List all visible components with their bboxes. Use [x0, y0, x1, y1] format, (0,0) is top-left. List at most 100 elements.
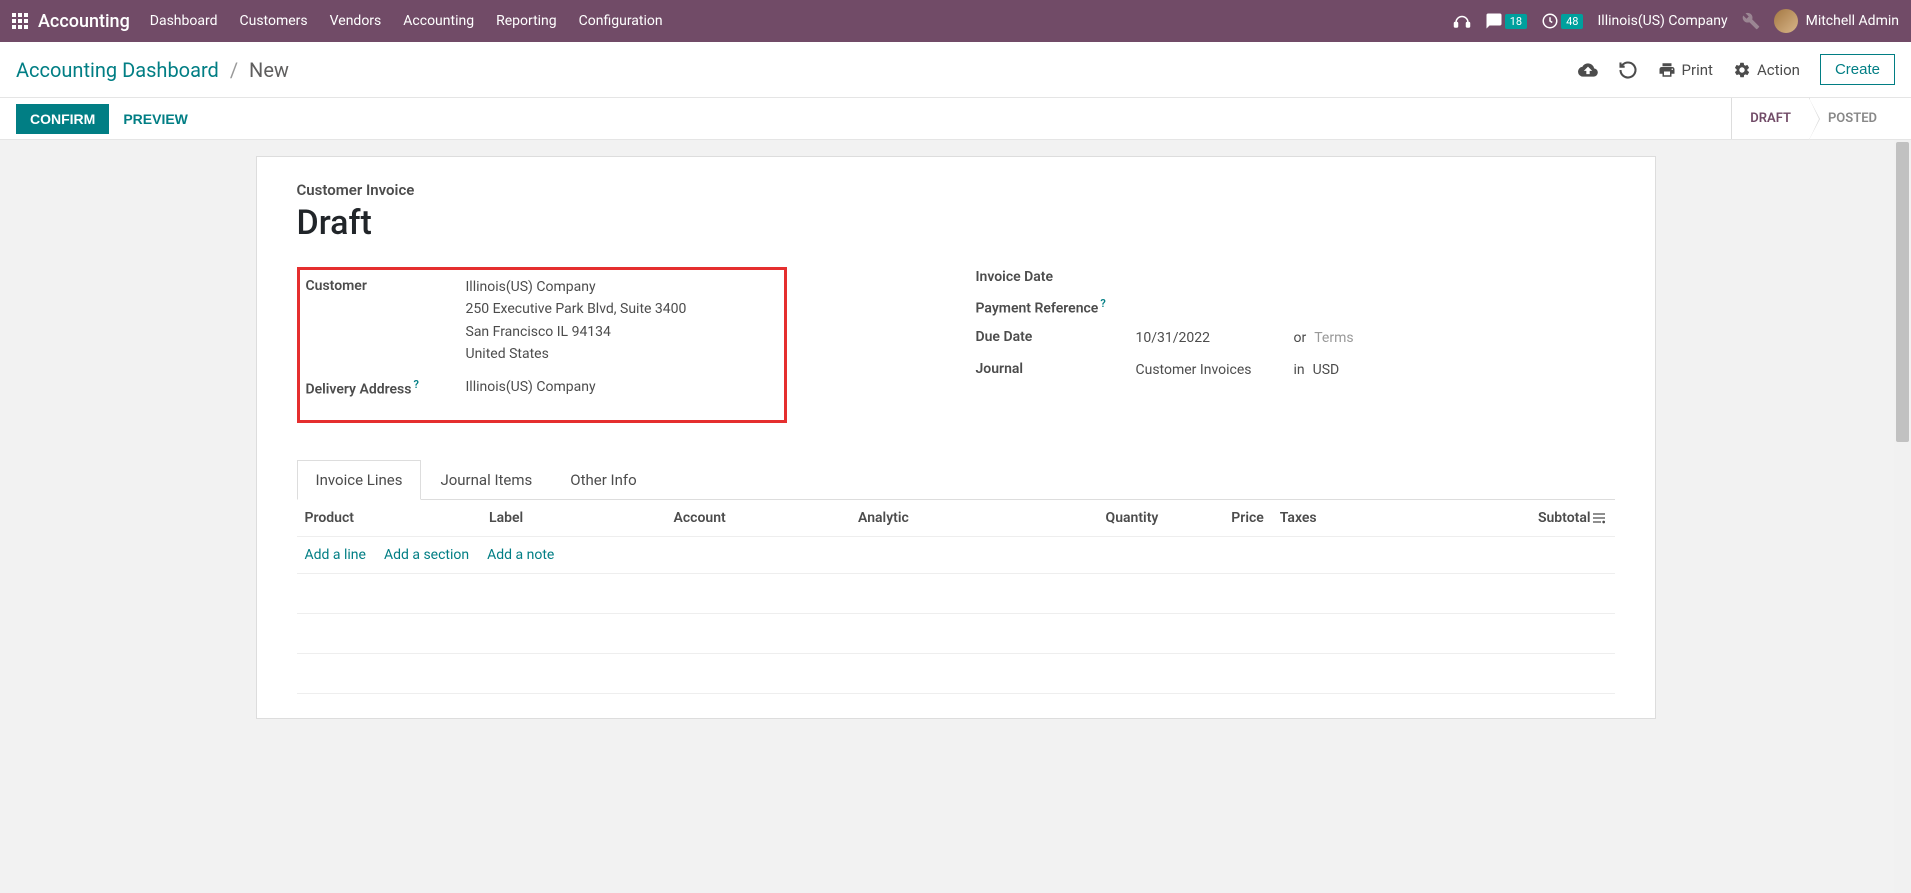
help-icon[interactable]: ? [413, 378, 418, 391]
col-subtotal-text: Subtotal [1538, 510, 1591, 526]
tab-invoice-lines[interactable]: Invoice Lines [297, 460, 422, 500]
status-steps: DRAFT POSTED [1731, 98, 1895, 139]
row-customer: Customer Illinois(US) Company 250 Execut… [306, 276, 778, 366]
topbar-right: 18 48 Illinois(US) Company Mitchell Admi… [1453, 9, 1899, 33]
customer-addr1: 250 Executive Park Blvd, Suite 3400 [466, 298, 778, 320]
delivery-label-text: Delivery Address [306, 381, 412, 397]
form-sheet: Customer Invoice Draft Customer Illinois… [256, 156, 1656, 719]
menu-accounting[interactable]: Accounting [403, 13, 474, 29]
col-price[interactable]: Price [1166, 500, 1271, 537]
menu-customers[interactable]: Customers [240, 13, 308, 29]
col-taxes[interactable]: Taxes [1272, 500, 1404, 537]
col-analytic[interactable]: Analytic [850, 500, 1035, 537]
highlight-box: Customer Illinois(US) Company 250 Execut… [297, 267, 787, 423]
invoice-date-value[interactable] [1136, 267, 1615, 285]
cloud-sync-icon[interactable] [1578, 60, 1598, 80]
status-posted[interactable]: POSTED [1809, 98, 1895, 139]
print-label: Print [1682, 61, 1713, 79]
user-menu[interactable]: Mitchell Admin [1774, 9, 1899, 33]
apps-icon[interactable] [12, 13, 28, 29]
delivery-value[interactable]: Illinois(US) Company [466, 376, 778, 398]
customer-addr2: San Francisco IL 94134 [466, 321, 778, 343]
in-label: in [1294, 359, 1305, 381]
activities-badge: 48 [1561, 14, 1583, 29]
menu-vendors[interactable]: Vendors [330, 13, 382, 29]
tab-other-info[interactable]: Other Info [551, 460, 655, 500]
doc-title: Draft [297, 203, 1615, 243]
menu-dashboard[interactable]: Dashboard [150, 13, 218, 29]
col-label[interactable]: Label [481, 500, 666, 537]
app-name[interactable]: Accounting [38, 11, 130, 32]
row-delivery: Delivery Address? Illinois(US) Company [306, 376, 778, 398]
control-panel: Accounting Dashboard / New Print Action … [0, 42, 1911, 98]
col-subtotal[interactable]: Subtotal [1404, 500, 1615, 537]
empty-row[interactable] [297, 653, 1615, 693]
form-grid: Customer Illinois(US) Company 250 Execut… [297, 267, 1615, 439]
avatar [1774, 9, 1798, 33]
customer-name: Illinois(US) Company [466, 276, 778, 298]
control-right: Print Action Create [1578, 54, 1895, 85]
delivery-label: Delivery Address? [306, 376, 466, 398]
add-links-row: Add a line Add a section Add a note [297, 536, 1615, 573]
statusbar: CONFIRM PREVIEW DRAFT POSTED [0, 98, 1911, 140]
payment-ref-label-text: Payment Reference [976, 301, 1099, 317]
row-journal: Journal Customer Invoices in USD [976, 359, 1615, 381]
breadcrumb-sep: / [230, 58, 238, 82]
main-scroll: Customer Invoice Draft Customer Illinois… [0, 140, 1911, 893]
journal-fields: Customer Invoices in USD [1136, 359, 1615, 381]
breadcrumb-root[interactable]: Accounting Dashboard [16, 58, 219, 82]
currency-value[interactable]: USD [1313, 359, 1340, 381]
or-label: or [1294, 327, 1307, 349]
confirm-button[interactable]: CONFIRM [16, 104, 109, 134]
due-date-fields: 10/31/2022 or Terms [1136, 327, 1615, 349]
breadcrumb-current: New [249, 58, 289, 82]
print-button[interactable]: Print [1658, 61, 1713, 79]
add-line-link[interactable]: Add a line [305, 547, 366, 563]
preview-button[interactable]: PREVIEW [123, 111, 188, 127]
col-product[interactable]: Product [297, 500, 482, 537]
options-icon[interactable] [1591, 510, 1607, 526]
create-button[interactable]: Create [1820, 54, 1895, 85]
scrollbar-track[interactable] [1894, 140, 1911, 893]
support-icon[interactable] [1453, 12, 1471, 30]
customer-label: Customer [306, 276, 466, 366]
help-icon[interactable]: ? [1100, 297, 1105, 310]
form-col-right: Invoice Date Payment Reference? Due Date… [976, 267, 1615, 439]
due-date-value[interactable]: 10/31/2022 [1136, 327, 1286, 349]
topbar: Accounting Dashboard Customers Vendors A… [0, 0, 1911, 42]
menu-configuration[interactable]: Configuration [579, 13, 663, 29]
breadcrumb: Accounting Dashboard / New [16, 58, 289, 82]
status-draft[interactable]: DRAFT [1731, 98, 1809, 139]
tab-journal-items[interactable]: Journal Items [421, 460, 551, 500]
col-account[interactable]: Account [666, 500, 851, 537]
lines-table: Product Label Account Analytic Quantity … [297, 500, 1615, 694]
tabs: Invoice Lines Journal Items Other Info [297, 459, 1615, 500]
table-header-row: Product Label Account Analytic Quantity … [297, 500, 1615, 537]
scrollbar-thumb[interactable] [1896, 142, 1909, 442]
row-payment-ref: Payment Reference? [976, 295, 1615, 317]
debug-icon[interactable] [1742, 12, 1760, 30]
action-button[interactable]: Action [1733, 61, 1800, 79]
payment-ref-value[interactable] [1136, 295, 1615, 317]
activities-icon[interactable]: 48 [1541, 12, 1583, 30]
row-due-date: Due Date 10/31/2022 or Terms [976, 327, 1615, 349]
empty-row[interactable] [297, 613, 1615, 653]
col-quantity[interactable]: Quantity [1035, 500, 1167, 537]
add-links: Add a line Add a section Add a note [297, 537, 1615, 573]
company-switcher[interactable]: Illinois(US) Company [1597, 13, 1727, 29]
add-note-link[interactable]: Add a note [487, 547, 554, 563]
customer-value[interactable]: Illinois(US) Company 250 Executive Park … [466, 276, 778, 366]
main-menu: Dashboard Customers Vendors Accounting R… [150, 13, 663, 29]
journal-label: Journal [976, 359, 1136, 381]
terms-field[interactable]: Terms [1314, 327, 1353, 349]
action-label: Action [1757, 61, 1800, 79]
customer-addr3: United States [466, 343, 778, 365]
messages-badge: 18 [1505, 14, 1527, 29]
menu-reporting[interactable]: Reporting [496, 13, 557, 29]
discard-icon[interactable] [1618, 60, 1638, 80]
journal-value[interactable]: Customer Invoices [1136, 359, 1286, 381]
due-date-label: Due Date [976, 327, 1136, 349]
messages-icon[interactable]: 18 [1485, 12, 1527, 30]
add-section-link[interactable]: Add a section [384, 547, 469, 563]
empty-row[interactable] [297, 573, 1615, 613]
